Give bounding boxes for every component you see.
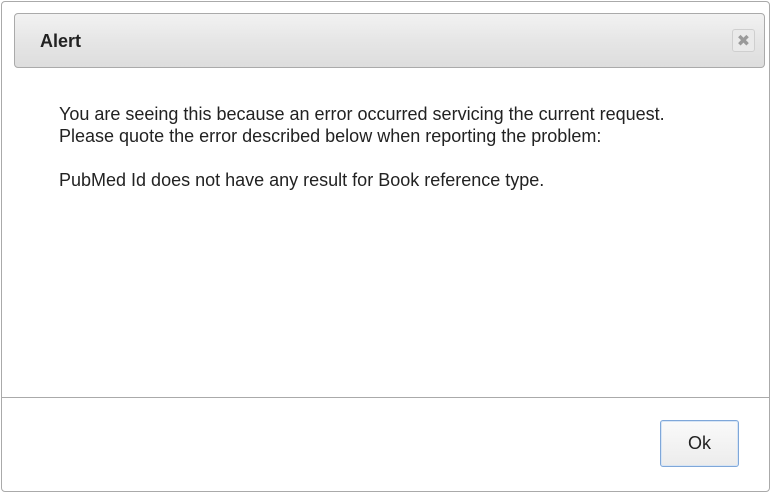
- close-icon: ✖: [736, 31, 751, 50]
- message-line-2: Please quote the error described below w…: [59, 126, 602, 146]
- dialog-title: Alert: [40, 31, 82, 51]
- ok-button[interactable]: Ok: [660, 420, 739, 467]
- button-pane-divider: [2, 397, 769, 398]
- alert-dialog: Alert ✖ You are seeing this because an e…: [1, 1, 770, 492]
- dialog-message: You are seeing this because an error occ…: [59, 103, 739, 191]
- dialog-titlebar: Alert ✖: [14, 13, 765, 68]
- error-description: PubMed Id does not have any result for B…: [59, 170, 545, 190]
- message-line-1: You are seeing this because an error occ…: [59, 104, 665, 124]
- close-button[interactable]: ✖: [732, 29, 755, 52]
